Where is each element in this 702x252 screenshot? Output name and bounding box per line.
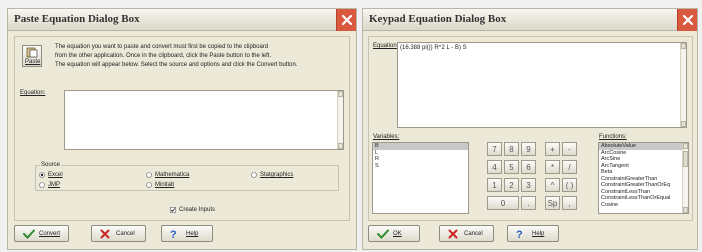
functions-list[interactable]: AbsoluteValue ArcCosine ArcSine ArcTange… <box>598 142 689 214</box>
key-parentheses[interactable]: ( ) <box>562 178 577 192</box>
key-decimal[interactable]: . <box>521 196 536 210</box>
main-panel: Equation: (16.388 pi()) R^2 L - B) S Var… <box>368 36 693 221</box>
key-6[interactable]: 6 <box>521 160 536 174</box>
equation-scrollbar[interactable] <box>337 91 343 149</box>
instruction-line-2: from the other application. Once in the … <box>55 53 272 59</box>
key-comma[interactable]: , <box>562 196 577 210</box>
key-4[interactable]: 4 <box>487 160 502 174</box>
key-divide[interactable]: / <box>562 160 577 174</box>
keypad: 7 8 9 + - 4 5 6 * / 1 2 3 ^ ( ) 0 . Sp , <box>487 142 587 214</box>
key-minus[interactable]: - <box>562 142 577 156</box>
equation-label: Equation: <box>373 43 399 49</box>
close-icon <box>682 14 694 26</box>
convert-button[interactable]: Convert <box>14 225 69 242</box>
key-9[interactable]: 9 <box>521 142 536 156</box>
function-item[interactable]: Cosine <box>599 202 688 209</box>
cancel-button[interactable]: Cancel <box>439 225 494 242</box>
radio-mathematica-label: Mathematica <box>155 172 190 178</box>
cancel-button-label: Cancel <box>116 231 135 237</box>
key-8[interactable]: 8 <box>504 142 519 156</box>
x-icon <box>448 229 458 239</box>
svg-text:?: ? <box>516 229 523 239</box>
equation-label: Equation: <box>20 90 46 96</box>
equation-textarea[interactable]: (16.388 pi()) R^2 L - B) S <box>397 42 687 128</box>
radio-icon <box>251 172 257 178</box>
paste-icon <box>26 47 38 58</box>
key-7[interactable]: 7 <box>487 142 502 156</box>
radio-icon <box>146 172 152 178</box>
help-button-label: Help <box>186 231 199 237</box>
source-group: Source Excel JMP Mathematica Minitab Sta… <box>35 162 339 191</box>
key-1[interactable]: 1 <box>487 178 502 192</box>
radio-statgraphics-label: Statgraphics <box>260 172 294 178</box>
close-button[interactable] <box>336 9 356 31</box>
variable-item[interactable]: S <box>373 163 468 170</box>
dialog-title: Keypad Equation Dialog Box <box>369 13 507 25</box>
keypad-equation-dialog: Keypad Equation Dialog Box Equation: (16… <box>362 8 698 250</box>
paste-equation-dialog: Paste Equation Dialog Box Paste The equa… <box>7 8 357 250</box>
ok-button[interactable]: OK <box>368 225 420 242</box>
equation-scrollbar[interactable] <box>680 43 686 127</box>
key-multiply[interactable]: * <box>545 160 560 174</box>
equation-value: (16.388 pi()) R^2 L - B) S <box>400 45 467 51</box>
convert-button-label: Convert <box>39 231 61 237</box>
checkmark-icon <box>377 229 389 239</box>
source-label: Source <box>40 162 62 168</box>
help-icon: ? <box>170 229 177 239</box>
help-icon: ? <box>516 229 523 239</box>
equation-textarea[interactable] <box>64 90 344 150</box>
help-button-label: Help <box>532 231 545 237</box>
radio-jmp-label: JMP <box>48 182 60 188</box>
functions-label: Functions: <box>599 134 627 140</box>
close-button[interactable] <box>677 9 697 31</box>
radio-excel-label: Excel <box>48 172 63 178</box>
main-panel: Paste The equation you want to paste and… <box>14 36 350 221</box>
cancel-button[interactable]: Cancel <box>91 225 146 242</box>
close-icon <box>341 14 353 26</box>
radio-minitab-label: Minitab <box>155 182 175 188</box>
paste-button[interactable]: Paste <box>22 45 42 67</box>
functions-scrollbar[interactable] <box>682 143 688 213</box>
radio-icon <box>39 182 45 188</box>
help-button[interactable]: ? Help <box>161 225 213 242</box>
variables-label: Variables: <box>373 134 400 140</box>
key-space[interactable]: Sp <box>545 196 560 210</box>
instruction-line-1: The equation you want to paste and conve… <box>55 44 269 50</box>
cancel-button-label: Cancel <box>464 231 483 237</box>
ok-button-label: OK <box>393 231 402 237</box>
variables-list[interactable]: B L R S <box>372 142 469 214</box>
key-plus[interactable]: + <box>545 142 560 156</box>
title-bar: Paste Equation Dialog Box <box>8 9 356 31</box>
checkbox-checked-icon <box>170 207 176 213</box>
key-2[interactable]: 2 <box>504 178 519 192</box>
paste-button-label: Paste <box>25 59 41 65</box>
title-bar: Keypad Equation Dialog Box <box>363 9 697 31</box>
key-0[interactable]: 0 <box>487 196 519 210</box>
key-power[interactable]: ^ <box>545 178 560 192</box>
x-icon <box>100 229 110 239</box>
dialog-title: Paste Equation Dialog Box <box>14 13 140 25</box>
svg-text:?: ? <box>170 229 177 239</box>
create-inputs-label: Create Inputs <box>179 207 216 213</box>
key-5[interactable]: 5 <box>504 160 519 174</box>
key-3[interactable]: 3 <box>521 178 536 192</box>
checkmark-icon <box>23 229 35 239</box>
instruction-line-3: The equation will appear below. Select t… <box>55 62 298 68</box>
help-button[interactable]: ? Help <box>507 225 559 242</box>
radio-selected-icon <box>39 172 45 178</box>
radio-icon <box>146 182 152 188</box>
